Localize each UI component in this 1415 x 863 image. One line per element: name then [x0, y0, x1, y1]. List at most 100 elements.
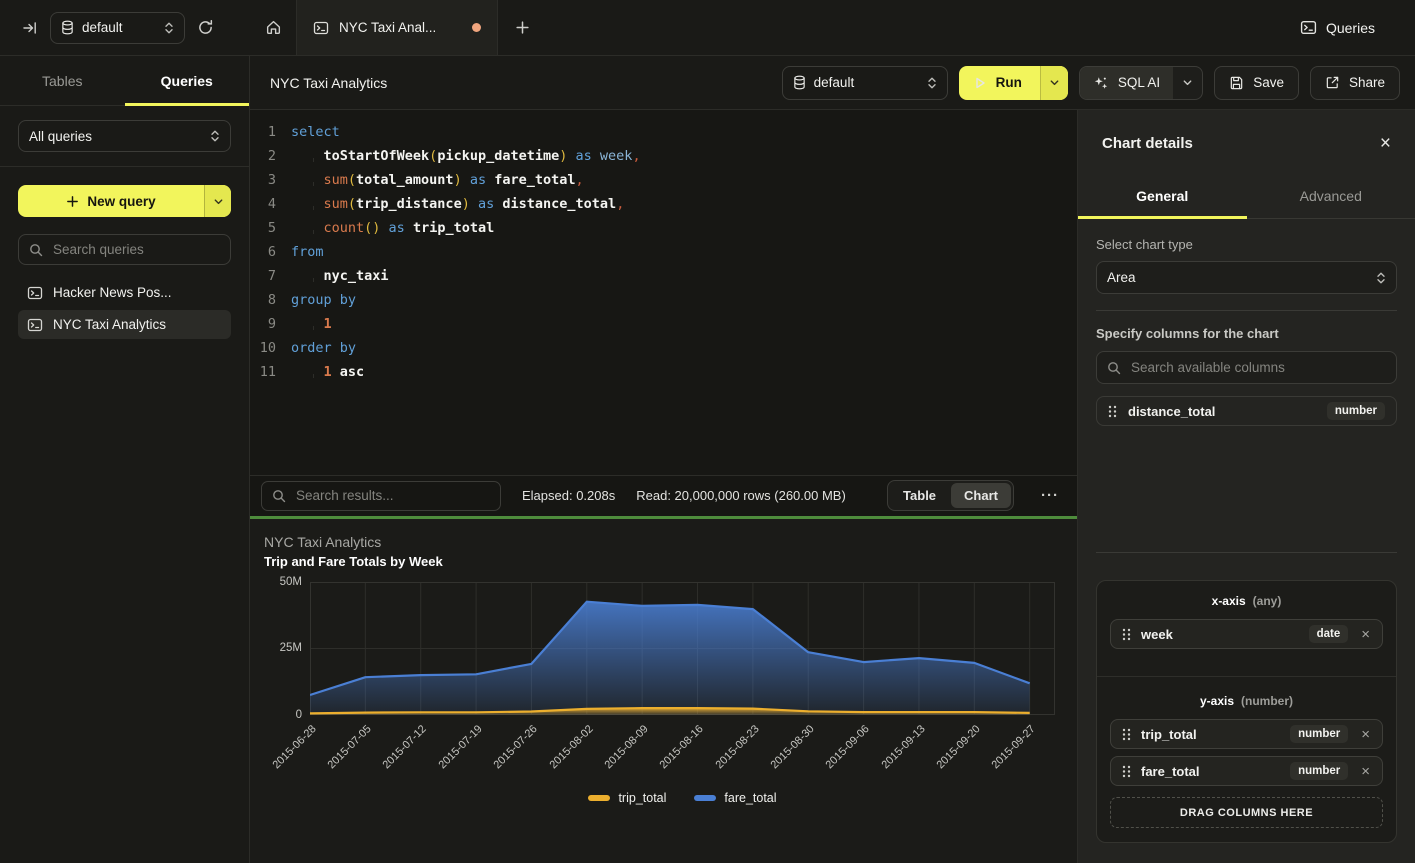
code-text: count() as trip_total — [276, 216, 494, 240]
x-axis-tick-label: 2015-08-30 — [768, 723, 816, 771]
more-options-icon[interactable]: ··· — [1035, 487, 1065, 504]
database-icon — [61, 20, 74, 35]
code-line[interactable]: 1select — [250, 120, 1077, 144]
drop-zone[interactable]: DRAG COLUMNS HERE — [1110, 797, 1383, 828]
code-line[interactable]: 8group by — [250, 288, 1077, 312]
line-number: 8 — [250, 288, 276, 312]
legend-swatch — [588, 795, 610, 801]
code-text: group by — [276, 288, 356, 312]
code-line[interactable]: 7nyc_taxi — [250, 264, 1077, 288]
y-axis-label: y-axis — [1200, 694, 1234, 708]
legend-item[interactable]: fare_total — [694, 791, 776, 805]
code-text: nyc_taxi — [276, 264, 389, 288]
tab-queries[interactable]: Queries — [125, 56, 250, 105]
view-table[interactable]: Table — [890, 483, 949, 508]
new-query-dropdown[interactable] — [204, 185, 231, 217]
x-axis-tick-label: 2015-08-23 — [713, 723, 761, 771]
code-line[interactable]: 5count() as trip_total — [250, 216, 1077, 240]
x-axis-column-chip[interactable]: week date × — [1110, 619, 1383, 649]
view-chart[interactable]: Chart — [951, 483, 1011, 508]
x-axis-tick-label: 2015-08-09 — [602, 723, 650, 771]
query-list-item[interactable]: NYC Taxi Analytics — [18, 310, 231, 339]
line-number: 6 — [250, 240, 276, 264]
results-search-input[interactable] — [294, 487, 490, 504]
sql-ai-dropdown[interactable] — [1173, 67, 1202, 99]
chart-type-select[interactable]: Area — [1096, 261, 1397, 294]
code-text: order by — [276, 336, 356, 360]
save-button[interactable]: Save — [1214, 66, 1299, 100]
close-icon[interactable]: × — [1380, 134, 1391, 153]
refresh-icon[interactable] — [197, 19, 214, 36]
code-line[interactable]: 91 — [250, 312, 1077, 336]
columns-search-input[interactable] — [1129, 359, 1386, 376]
query-filter-select[interactable]: All queries — [18, 120, 231, 152]
tab-tables[interactable]: Tables — [0, 56, 125, 105]
details-title: Chart details — [1102, 135, 1193, 152]
drag-handle-icon[interactable] — [1122, 728, 1131, 741]
divider — [0, 166, 249, 167]
search-icon — [1107, 361, 1121, 375]
y-axis-section: y-axis (number) trip_totalnumber×fare_to… — [1097, 676, 1396, 842]
home-tab-button[interactable] — [250, 0, 296, 55]
column-type-badge: date — [1309, 625, 1349, 643]
query-search[interactable] — [18, 234, 231, 265]
sql-ai-button[interactable]: SQL AI — [1079, 66, 1203, 100]
code-line[interactable]: 111 asc — [250, 360, 1077, 384]
new-tab-button[interactable] — [498, 0, 546, 55]
main-row: Tables Queries All queries New qu — [0, 56, 1415, 863]
tab-advanced[interactable]: Advanced — [1247, 173, 1415, 218]
remove-column-icon[interactable]: × — [1358, 626, 1373, 643]
code-line[interactable]: 4sum(trip_distance) as distance_total, — [250, 192, 1077, 216]
run-database-selector[interactable]: default — [782, 66, 948, 100]
view-toggle: TableChart — [887, 480, 1014, 511]
database-selector[interactable]: default — [50, 12, 185, 44]
available-column-item[interactable]: distance_totalnumber — [1096, 396, 1397, 426]
legend-label: trip_total — [618, 791, 666, 805]
chart-details-panel: Chart details × General Advanced Select … — [1078, 110, 1415, 863]
x-axis-tick-label: 2015-07-26 — [492, 723, 540, 771]
y-axis-column-chip[interactable]: trip_totalnumber× — [1110, 719, 1383, 749]
code-line[interactable]: 2toStartOfWeek(pickup_datetime) as week, — [250, 144, 1077, 168]
query-search-input[interactable] — [51, 241, 220, 258]
home-icon — [265, 19, 282, 36]
queries-menu-button[interactable]: Queries — [1300, 0, 1415, 55]
divider — [1096, 310, 1397, 311]
line-number: 9 — [250, 312, 276, 336]
x-axis-hint: (any) — [1253, 594, 1282, 608]
results-search[interactable] — [261, 481, 501, 511]
collapse-sidebar-icon[interactable] — [22, 20, 38, 36]
legend-item[interactable]: trip_total — [588, 791, 666, 805]
code-text: 1 — [276, 312, 332, 336]
query-tab[interactable]: NYC Taxi Anal... — [296, 0, 498, 55]
code-line[interactable]: 3sum(total_amount) as fare_total, — [250, 168, 1077, 192]
remove-column-icon[interactable]: × — [1358, 763, 1373, 780]
run-dropdown[interactable] — [1040, 66, 1068, 100]
topbar-left: default — [0, 0, 250, 55]
remove-column-icon[interactable]: × — [1358, 726, 1373, 743]
x-axis-tick-label: 2015-07-12 — [381, 723, 429, 771]
drag-handle-icon[interactable] — [1108, 405, 1117, 418]
tab-general[interactable]: General — [1078, 173, 1247, 218]
area-chart[interactable] — [310, 582, 1055, 715]
columns-search[interactable] — [1096, 351, 1397, 384]
x-axis-section: x-axis (any) weekdate× — [1097, 581, 1396, 676]
editor-column: 1select2toStartOfWeek(pickup_datetime) a… — [250, 110, 1078, 863]
drag-handle-icon[interactable] — [1122, 628, 1131, 641]
new-query-button[interactable]: New query — [18, 185, 231, 217]
query-list-item[interactable]: Hacker News Pos... — [18, 278, 231, 307]
y-axis-tick: 25M — [250, 642, 302, 654]
drag-handle-icon[interactable] — [1122, 765, 1131, 778]
code-text: sum(total_amount) as fare_total, — [276, 168, 584, 192]
column-name: week — [1141, 627, 1299, 642]
y-axis-column-chip[interactable]: fare_totalnumber× — [1110, 756, 1383, 786]
x-axis-tick-label: 2015-08-02 — [547, 723, 595, 771]
code-line[interactable]: 6from — [250, 240, 1077, 264]
content-body: 1select2toStartOfWeek(pickup_datetime) a… — [250, 110, 1415, 863]
x-axis-tick-label: 2015-09-06 — [824, 723, 872, 771]
run-button[interactable]: Run — [959, 66, 1068, 100]
code-line[interactable]: 10order by — [250, 336, 1077, 360]
share-button[interactable]: Share — [1310, 66, 1400, 100]
read-stat: Read: 20,000,000 rows (260.00 MB) — [636, 488, 846, 503]
sql-editor[interactable]: 1select2toStartOfWeek(pickup_datetime) a… — [250, 110, 1077, 475]
columns-label: Specify columns for the chart — [1096, 326, 1397, 341]
